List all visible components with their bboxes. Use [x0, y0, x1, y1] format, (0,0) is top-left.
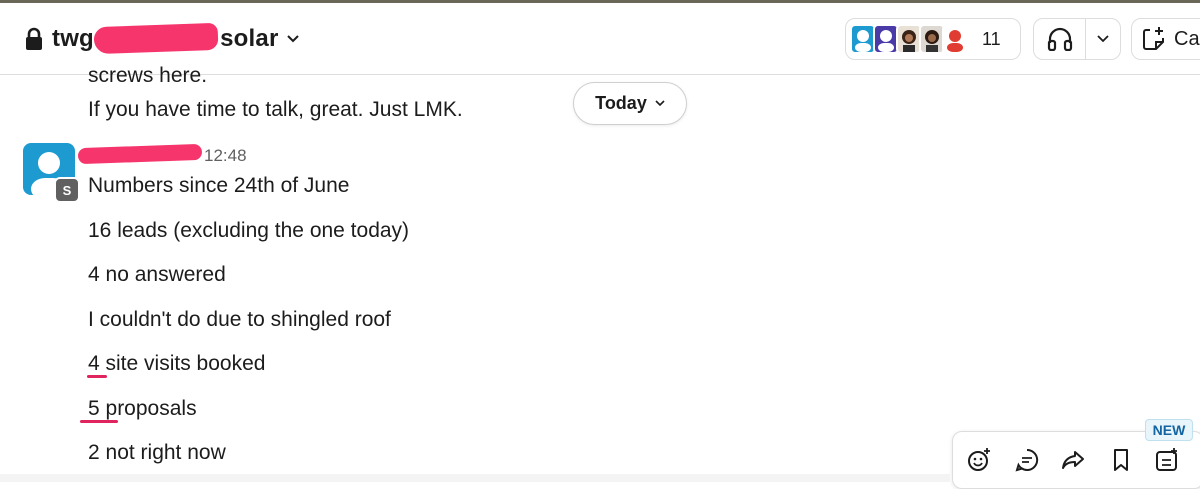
save-for-later-button[interactable]: [1107, 446, 1135, 474]
message-line: I couldn't do due to shingled roof: [88, 308, 391, 331]
markup-underline: [80, 420, 118, 423]
message-line: 4 site visits booked: [88, 352, 266, 375]
canvas-button[interactable]: Ca: [1131, 18, 1200, 60]
canvas-label: Ca: [1174, 27, 1200, 50]
message-line: 16 leads (excluding the one today): [88, 219, 410, 242]
thread-icon: [1015, 448, 1039, 472]
message-line: 4 no answered: [88, 263, 226, 286]
date-divider-label: Today: [595, 93, 647, 113]
status-badge: S: [54, 177, 80, 203]
channel-name: twg-solar: [52, 22, 279, 55]
forward-arrow-icon: [1062, 451, 1084, 469]
bookmark-icon: [1114, 449, 1128, 471]
sender-name-redaction[interactable]: [77, 143, 203, 165]
date-divider-button[interactable]: Today: [573, 82, 687, 125]
huddle-button[interactable]: [1033, 18, 1121, 60]
chevron-down-icon: [286, 35, 299, 43]
members-button[interactable]: 11: [845, 18, 1021, 60]
message-line: Numbers since 24th of June: [88, 174, 350, 197]
chevron-down-icon[interactable]: [1097, 35, 1109, 43]
message-line: 5 proposals: [88, 397, 197, 420]
canvas-add-icon: [1143, 27, 1164, 50]
redaction-mark: [93, 22, 219, 55]
channel-name-button[interactable]: twg-solar: [24, 22, 299, 55]
composer-edge: [0, 474, 950, 482]
reply-in-thread-button[interactable]: [1013, 446, 1041, 474]
member-avatar: [942, 24, 968, 54]
previous-message-line: If you have time to talk, great. Just LM…: [88, 98, 463, 121]
lock-icon: [26, 27, 42, 50]
message-timestamp[interactable]: 12:48: [204, 146, 247, 166]
markup-underline: [87, 375, 107, 378]
previous-message-line: screws here.: [88, 64, 208, 87]
chevron-down-icon: [655, 100, 665, 107]
headphones-icon: [1047, 27, 1073, 51]
add-to-list-button[interactable]: [1153, 446, 1181, 474]
list-add-icon: [1156, 448, 1177, 471]
add-reaction-button[interactable]: [965, 446, 993, 474]
message-line: 2 not right now: [88, 441, 226, 464]
member-count: 11: [982, 28, 1001, 49]
new-feature-badge: NEW: [1145, 419, 1193, 441]
emoji-add-icon: [968, 448, 990, 471]
huddle-divider: [1085, 19, 1086, 59]
forward-button[interactable]: [1059, 446, 1087, 474]
